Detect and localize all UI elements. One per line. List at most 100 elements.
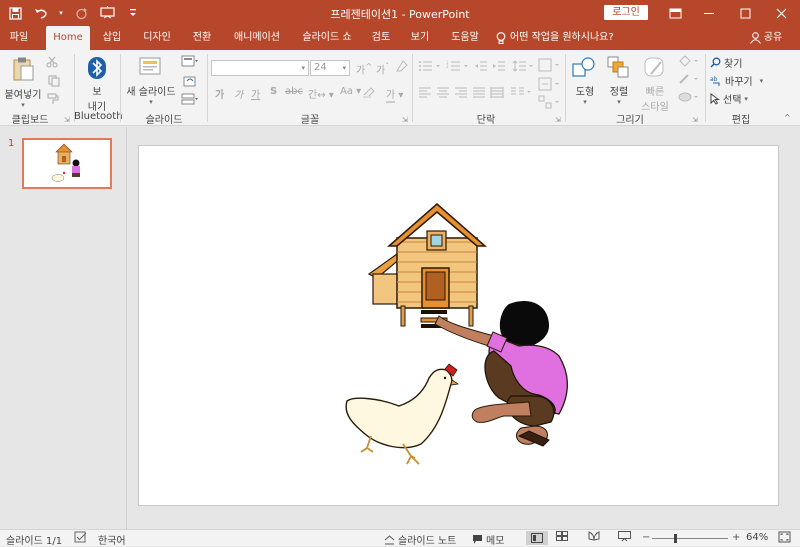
arrange-icon — [607, 56, 629, 78]
text-direction-icon[interactable] — [538, 58, 560, 75]
ribbon-display-options-icon[interactable] — [658, 0, 692, 26]
shape-effects-icon[interactable] — [678, 91, 700, 106]
share-button[interactable]: 공유 — [744, 26, 788, 50]
maximize-icon[interactable] — [728, 0, 762, 26]
shapes-button[interactable]: 도형 ▾ — [568, 56, 602, 106]
font-size-combo[interactable]: 24 ▾ — [310, 60, 350, 76]
font-name-combo[interactable]: ▾ — [211, 60, 309, 76]
collapse-ribbon-icon[interactable]: ^ — [784, 113, 791, 122]
tab-review[interactable]: 검토 — [366, 26, 396, 50]
line-spacing-icon[interactable] — [512, 60, 534, 75]
close-icon[interactable] — [764, 0, 798, 26]
section-icon[interactable] — [180, 93, 200, 108]
zoom-out-button[interactable]: − — [642, 532, 650, 543]
svg-text:2: 2 — [446, 64, 449, 69]
login-button[interactable]: 로그인 — [604, 5, 648, 20]
bold-icon[interactable]: 가 — [215, 86, 224, 101]
comments-button[interactable]: 메모 — [472, 532, 504, 547]
spelling-check-icon[interactable] — [74, 531, 88, 545]
highlight-icon[interactable] — [362, 86, 376, 101]
tab-animations[interactable]: 애니메이션 — [226, 26, 288, 50]
undo-icon[interactable] — [32, 4, 50, 22]
slideshow-from-start-icon[interactable] — [98, 4, 116, 22]
zoom-slider-track[interactable] — [652, 538, 728, 539]
tab-file[interactable]: 파일 — [0, 26, 38, 50]
copy-icon[interactable] — [45, 75, 63, 90]
redo-icon[interactable] — [72, 4, 90, 22]
replace-label: 바꾸기 — [725, 77, 753, 88]
zoom-in-button[interactable]: + — [732, 532, 740, 543]
slide-thumbnail[interactable] — [22, 138, 112, 189]
tell-me-box[interactable]: 어떤 작업을 원하시나요? — [496, 26, 634, 50]
change-case-icon[interactable]: Aa ▾ — [340, 86, 361, 97]
cut-icon[interactable] — [45, 56, 59, 71]
normal-view-icon[interactable] — [526, 531, 548, 545]
ribbon-tab-bar: 파일 Home 삽입 디자인 전환 애니메이션 슬라이드 쇼 검토 보기 도움말… — [0, 26, 800, 50]
zoom-slider-thumb[interactable] — [674, 534, 677, 543]
smartart-icon[interactable] — [538, 95, 560, 112]
clipboard-launcher-icon[interactable]: ⇲ — [64, 116, 70, 124]
paste-button[interactable]: 붙여넣기 ▾ — [4, 56, 42, 109]
align-left-icon[interactable] — [418, 86, 432, 101]
find-button[interactable]: 찾기 — [710, 55, 742, 70]
tab-design[interactable]: 디자인 — [136, 26, 178, 50]
drawing-launcher-icon[interactable]: ⇲ — [692, 116, 698, 124]
shapes-label: 도형 — [575, 87, 595, 98]
columns-icon[interactable] — [510, 86, 532, 101]
tab-transitions[interactable]: 전환 — [186, 26, 218, 50]
slideshow-view-icon[interactable] — [618, 531, 632, 545]
decrease-indent-icon[interactable] — [474, 60, 488, 75]
tab-home[interactable]: Home — [46, 26, 90, 50]
distributed-icon[interactable] — [490, 86, 504, 101]
quick-styles-icon — [644, 57, 664, 77]
bluetooth-send-button[interactable]: 보 내기 — [80, 56, 114, 113]
increase-indent-icon[interactable] — [492, 60, 506, 75]
shape-fill-icon[interactable] — [678, 55, 700, 70]
replace-icon: ab — [710, 76, 720, 86]
notes-button[interactable]: 슬라이드 노트 — [384, 532, 456, 547]
char-spacing-icon[interactable]: 간↔ ▾ — [308, 86, 334, 101]
zoom-level[interactable]: 64% — [746, 532, 768, 543]
layout-icon[interactable] — [180, 55, 200, 70]
arrange-button[interactable]: 정렬 ▾ — [604, 56, 634, 106]
font-launcher-icon[interactable]: ⇲ — [402, 116, 408, 124]
slide-thumbnail-pane[interactable]: 1 — [0, 127, 127, 529]
justify-icon[interactable] — [472, 86, 486, 101]
font-color-icon[interactable]: 가 ▾ — [386, 86, 403, 103]
shadow-icon[interactable]: S — [270, 86, 277, 97]
save-icon[interactable] — [6, 4, 24, 22]
strikethrough-icon[interactable]: abc — [285, 86, 303, 97]
tell-me-text: 어떤 작업을 원하시나요? — [510, 32, 614, 43]
format-painter-icon[interactable] — [45, 93, 61, 108]
tab-insert[interactable]: 삽입 — [96, 26, 128, 50]
replace-button[interactable]: ab 바꾸기 ▾ — [710, 73, 763, 89]
undo-dropdown-icon[interactable]: ▾ — [58, 4, 64, 22]
numbering-icon[interactable]: 12 — [446, 60, 470, 75]
tab-help[interactable]: 도움말 — [444, 26, 486, 50]
customize-icon[interactable] — [124, 4, 142, 22]
fit-to-window-icon[interactable] — [778, 531, 792, 545]
select-button[interactable]: 선택 ▾ — [710, 91, 748, 106]
shape-outline-icon[interactable] — [678, 73, 700, 88]
reading-view-icon[interactable] — [588, 531, 602, 545]
paragraph-launcher-icon[interactable]: ⇲ — [555, 116, 561, 124]
comments-label: 메모 — [486, 536, 505, 547]
shrink-font-icon[interactable]: 가ˇ — [376, 61, 389, 76]
underline-icon[interactable]: 가 — [251, 86, 260, 101]
clear-format-icon[interactable] — [396, 60, 408, 75]
align-right-icon[interactable] — [454, 86, 468, 101]
slide-sorter-icon[interactable] — [556, 531, 570, 545]
bullets-icon[interactable] — [418, 60, 442, 75]
reset-slide-icon[interactable] — [180, 75, 200, 90]
slide-canvas[interactable] — [138, 145, 779, 506]
language-indicator[interactable]: 한국어 — [98, 532, 126, 547]
italic-icon[interactable]: 가 — [234, 86, 243, 101]
grow-font-icon[interactable]: 가^ — [356, 61, 372, 76]
new-slide-button[interactable]: 새 슬라이드 ▾ — [124, 56, 178, 106]
tab-slideshow[interactable]: 슬라이드 쇼 — [296, 26, 358, 50]
align-center-icon[interactable] — [436, 86, 450, 101]
minimize-icon[interactable] — [692, 0, 726, 26]
align-text-icon[interactable] — [538, 77, 560, 94]
tab-view[interactable]: 보기 — [404, 26, 436, 50]
quick-styles-button[interactable]: 빠른 스타일 — [636, 56, 674, 113]
